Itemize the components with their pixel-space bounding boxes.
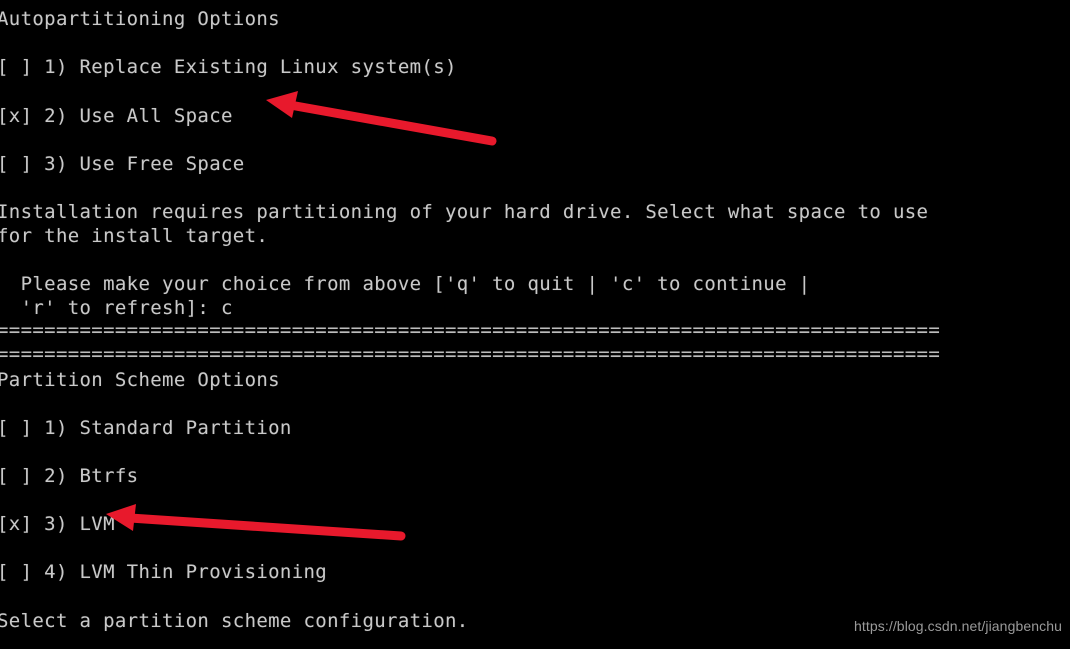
autopartition-option-2[interactable]: [x] 2) Use All Space xyxy=(0,105,233,127)
autopartition-option-1[interactable]: [ ] 1) Replace Existing Linux system(s) xyxy=(0,56,457,78)
separator-line-1: ========================================… xyxy=(0,319,941,341)
autopartitioning-heading: Autopartitioning Options xyxy=(0,8,280,30)
autopartitioning-description-line-1: Installation requires partitioning of yo… xyxy=(0,201,929,223)
csdn-watermark: https://blog.csdn.net/jiangbenchu xyxy=(853,618,1062,634)
terminal-text-layer: Autopartitioning Options [ ] 1) Replace … xyxy=(0,0,1070,649)
partition-scheme-option-3[interactable]: [x] 3) LVM xyxy=(0,513,115,535)
partition-scheme-option-4[interactable]: [ ] 4) LVM Thin Provisioning xyxy=(0,561,327,583)
prompt-line-2[interactable]: 'r' to refresh]: c xyxy=(0,297,233,319)
partition-scheme-heading: Partition Scheme Options xyxy=(0,369,280,391)
terminal-screen: Autopartitioning Options [ ] 1) Replace … xyxy=(0,0,1070,649)
prompt-line-1: Please make your choice from above ['q' … xyxy=(0,273,811,295)
partition-scheme-option-2[interactable]: [ ] 2) Btrfs xyxy=(0,465,138,487)
separator-line-2: ========================================… xyxy=(0,343,941,365)
autopartition-option-3[interactable]: [ ] 3) Use Free Space xyxy=(0,153,245,175)
partition-scheme-option-1[interactable]: [ ] 1) Standard Partition xyxy=(0,417,292,439)
autopartitioning-description-line-2: for the install target. xyxy=(0,225,269,247)
partition-scheme-footer: Select a partition scheme configuration. xyxy=(0,610,469,632)
